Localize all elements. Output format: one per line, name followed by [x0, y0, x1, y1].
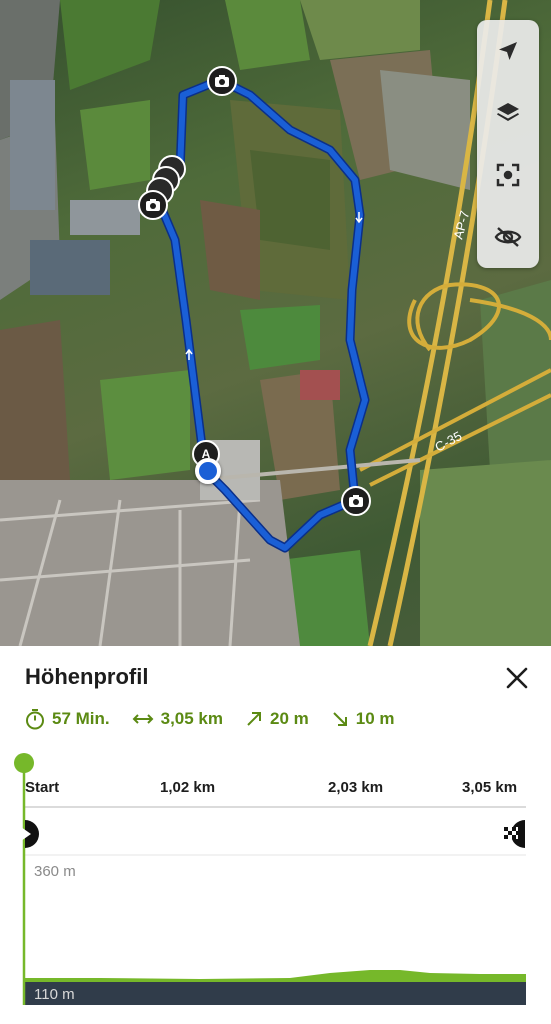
navigate-button[interactable] [485, 28, 531, 74]
finish-flag-icon [504, 820, 525, 856]
camera-icon [349, 495, 363, 507]
map-view[interactable]: AP-7 C-35 A [0, 0, 551, 646]
ascent-stat: 20 m [245, 709, 309, 729]
descent-stat: 10 m [331, 709, 395, 729]
camera-icon [215, 75, 229, 87]
descent-value: 10 m [355, 709, 395, 728]
layers-button[interactable] [485, 90, 531, 136]
photo-marker-top[interactable] [207, 66, 237, 96]
panel-title: Höhenprofil [25, 664, 149, 689]
ascent-value: 20 m [270, 709, 309, 728]
stopwatch-icon [26, 709, 44, 730]
satellite-map: AP-7 C-35 [0, 0, 551, 646]
photo-marker-left[interactable] [138, 190, 168, 220]
distance-tick-end: 3,05 km [462, 779, 518, 796]
distance-tick-start: Start [25, 779, 60, 796]
duration-stat: 57 Min. [25, 708, 110, 730]
close-icon [506, 667, 528, 689]
elevation-panel: Höhenprofil 57 Min. 3,05 km 20 m 10 m St… [0, 646, 551, 1024]
navigate-icon [499, 42, 517, 60]
distance-arrows-icon [132, 714, 154, 724]
elevation-profile[interactable]: Start 1,02 km 2,03 km 3,05 km 360 m 110 … [0, 749, 551, 1019]
ascent-arrow-icon [247, 712, 262, 726]
recenter-icon [496, 163, 520, 187]
route-stats: 57 Min. 3,05 km 20 m 10 m [25, 708, 417, 730]
map-controls [477, 20, 539, 268]
elevation-base-band [25, 981, 526, 1005]
distance-stat: 3,05 km [132, 709, 223, 729]
altitude-min-label: 110 m [34, 986, 75, 1003]
descent-arrow-icon [333, 712, 347, 726]
camera-icon [146, 199, 160, 211]
distance-tick-1: 1,02 km [160, 779, 216, 796]
position-handle [14, 753, 34, 773]
distance-tick-2: 2,03 km [328, 779, 384, 796]
layers-icon [497, 103, 519, 121]
distance-value: 3,05 km [160, 709, 224, 728]
altitude-max-label: 360 m [34, 863, 76, 880]
close-button[interactable] [503, 664, 531, 692]
eye-off-icon [494, 227, 522, 247]
road-label-c35: C-35 [432, 428, 464, 454]
photo-marker-right[interactable] [341, 486, 371, 516]
current-location-dot [195, 458, 221, 484]
duration-value: 57 Min. [52, 709, 110, 728]
hide-route-button[interactable] [485, 214, 531, 260]
recenter-button[interactable] [485, 152, 531, 198]
